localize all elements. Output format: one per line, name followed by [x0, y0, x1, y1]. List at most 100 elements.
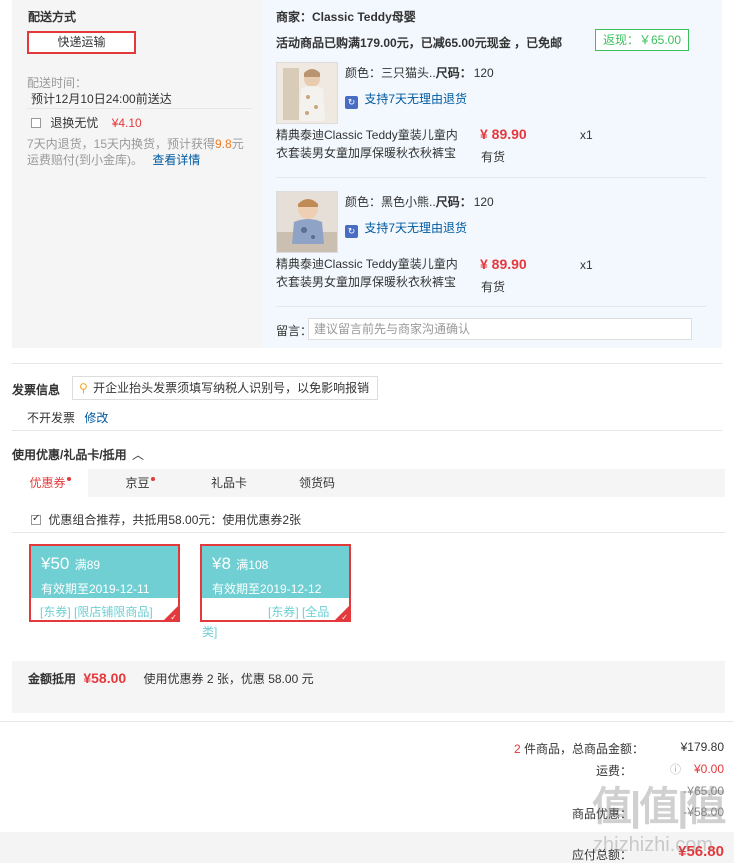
insurance-desc-line2: 运费赔付(到小金库)。 查看详情 — [27, 151, 200, 168]
product-image[interactable] — [276, 191, 338, 253]
product-price: ¥ 89.90 — [480, 126, 527, 142]
discount-summary: 金额抵用 ¥58.00 使用优惠券 2 张，优惠 58.00 元 — [12, 661, 725, 713]
product-attributes: 颜色：三只猫头..尺码： 120 — [345, 64, 494, 81]
combo-recommend[interactable]: 优惠组合推荐，共抵用58.00元：使用优惠券2张 — [31, 511, 301, 528]
delivery-time-label: 配送时间： — [27, 76, 88, 90]
return-policy-text: 支持7天无理由退货 — [364, 221, 468, 235]
goods-count-label: 2 件商品，总商品金额： — [514, 740, 644, 757]
rebate-badge: 返现：￥65.00 — [595, 29, 689, 51]
discount-section-toggle[interactable]: 使用优惠/礼品卡/抵用 ︿ — [12, 446, 144, 463]
insurance-desc-unit: 元 — [231, 137, 244, 151]
section-divider — [12, 363, 722, 364]
discount-summary-desc: 使用优惠券 2 张，优惠 58.00 元 — [143, 672, 314, 686]
divider — [27, 108, 252, 109]
shipping-title: 配送方式 — [28, 10, 77, 24]
divider — [276, 177, 706, 178]
insurance-desc-text2: 运费赔付(到小金库)。 — [27, 153, 143, 167]
color-label: 颜色： — [345, 195, 382, 209]
coupon-validity: 有效期至2019-12-11 — [41, 582, 150, 596]
return-policy-icon: ↻ — [345, 225, 358, 238]
product-name-line1: 精典泰迪Classic Teddy童装儿童内 — [276, 257, 458, 271]
invoice-status-text: 不开发票 — [27, 411, 76, 425]
insurance-row: 退换无忧 ¥4.10 — [31, 114, 142, 131]
chevron-up-icon: ︿ — [132, 448, 145, 462]
coupon-card[interactable]: ¥50 满89 有效期至2019-12-11 [东券] [限店铺限商品] ✓ — [29, 544, 180, 622]
delivery-time-value: 预计12月10日24:00前送达 — [31, 92, 172, 106]
insurance-description: 7天内退货，15天内换货，预计获得9.8元 — [27, 135, 244, 152]
insurance-checkbox[interactable] — [31, 118, 41, 128]
shop-panel: 商家：Classic Teddy母婴 活动商品已购满179.00元，已减65.0… — [262, 0, 722, 348]
coupon-amount: ¥8 — [212, 554, 231, 573]
color-label: 颜色： — [345, 66, 382, 80]
size-label: 尺码： — [435, 66, 472, 80]
new-dot — [150, 477, 155, 481]
return-policy-icon: ↻ — [345, 96, 358, 109]
message-label: 留言： — [276, 324, 313, 338]
product-name[interactable]: 精典泰迪Classic Teddy童装儿童内 衣套装男女童加厚保暖秋衣秋裤宝 — [276, 126, 458, 162]
express-shipping-button[interactable]: 快递运输 — [27, 31, 136, 54]
stock-status: 有货 — [481, 150, 506, 164]
tab-redeem-code[interactable]: 领货码 — [282, 469, 352, 497]
section-divider — [0, 721, 734, 722]
invoice-notice: ⚲ 开企业抬头发票须填写纳税人识别号，以免影响报销 — [72, 376, 379, 400]
divider — [276, 306, 706, 307]
tab-label: 京豆 — [125, 476, 150, 490]
color-value: 黑色小熊.. — [381, 195, 436, 209]
discount-title: 使用优惠/礼品卡/抵用 — [12, 448, 127, 462]
size-value: 120 — [473, 66, 494, 80]
coupon-condition: 满89 — [74, 558, 101, 572]
return-policy[interactable]: ↻ 支持7天无理由退货 — [345, 90, 467, 109]
watermark-url: zhizhizhi.com — [593, 834, 714, 856]
combo-checkbox[interactable] — [31, 513, 41, 525]
coupon-validity: 有效期至2019-12-12 — [212, 582, 322, 596]
coupon-header: ¥50 满89 有效期至2019-12-11 — [31, 546, 178, 598]
invoice-modify-link[interactable]: 修改 — [84, 411, 108, 425]
return-policy-text: 支持7天无理由退货 — [364, 92, 468, 106]
discount-summary-label: 金额抵用 — [28, 672, 77, 686]
location-pin-icon: ⚲ — [79, 381, 88, 395]
watermark-logo: 值|值|值 — [592, 785, 726, 829]
size-value: 120 — [473, 195, 494, 209]
product-name-line1: 精典泰迪Classic Teddy童装儿童内 — [276, 128, 458, 142]
discount-summary-amount: ¥58.00 — [83, 670, 127, 686]
coupon-header: ¥8 满108 有效期至2019-12-12 — [202, 546, 349, 598]
promo-text: 活动商品已购满179.00元，已减65.00元现金 ，已免邮 — [276, 36, 563, 50]
tab-gift-card[interactable]: 礼品卡 — [194, 469, 264, 497]
coupon-scope: [东券] [全品 — [268, 605, 330, 619]
coupon-card[interactable]: ¥8 满108 有效期至2019-12-12 [东券] [全品 ✓ — [200, 544, 351, 622]
coupon-amount: ¥50 — [41, 554, 70, 573]
product-quantity: x1 — [580, 258, 593, 272]
section-divider — [12, 430, 722, 431]
invoice-notice-text: 开企业抬头发票须填写纳税人识别号，以免影响报销 — [93, 381, 370, 395]
return-policy[interactable]: ↻ 支持7天无理由退货 — [345, 219, 467, 238]
tab-jingdou[interactable]: 京豆 — [108, 469, 172, 497]
color-value: 三只猫头.. — [381, 66, 436, 80]
insurance-label: 退换无忧 — [50, 116, 99, 130]
product-name[interactable]: 精典泰迪Classic Teddy童装儿童内 衣套装男女童加厚保暖秋衣秋裤宝 — [276, 255, 458, 291]
size-label: 尺码： — [435, 195, 472, 209]
merchant-name: 商家：Classic Teddy母婴 — [276, 10, 416, 24]
tab-coupon[interactable]: 优惠券 — [12, 469, 88, 497]
discount-tabs: 优惠券 京豆 礼品卡 领货码 — [12, 469, 725, 497]
coupon-scope: [东券] [限店铺限商品] — [40, 605, 153, 619]
goods-total-value: ¥179.80 — [680, 740, 724, 754]
product-image[interactable] — [276, 62, 338, 124]
coupon-scope-overflow: 类] — [202, 625, 218, 639]
shipping-panel: 配送方式 快递运输 配送时间： 预计12月10日24:00前送达 退换无忧 ¥4… — [12, 0, 262, 348]
insurance-detail-link[interactable]: 查看详情 — [152, 153, 200, 167]
goods-total-label: 件商品，总商品金额： — [523, 742, 644, 756]
divider — [12, 532, 725, 533]
combo-text: 优惠组合推荐，共抵用58.00元：使用优惠券2张 — [48, 513, 302, 527]
new-dot — [66, 477, 71, 481]
insurance-price: ¥4.10 — [111, 116, 142, 130]
message-input[interactable]: 建议留言前先与商家沟通确认 — [308, 318, 692, 340]
product-price: ¥ 89.90 — [480, 256, 527, 272]
tab-label: 优惠券 — [29, 476, 66, 490]
product-quantity: x1 — [580, 128, 593, 142]
insurance-points: 9.8 — [215, 137, 232, 151]
invoice-title: 发票信息 — [12, 383, 61, 397]
check-icon: ✓ — [170, 613, 177, 622]
invoice-status: 不开发票 修改 — [27, 409, 108, 426]
tab-label: 领货码 — [298, 476, 335, 490]
tab-label: 礼品卡 — [210, 476, 247, 490]
